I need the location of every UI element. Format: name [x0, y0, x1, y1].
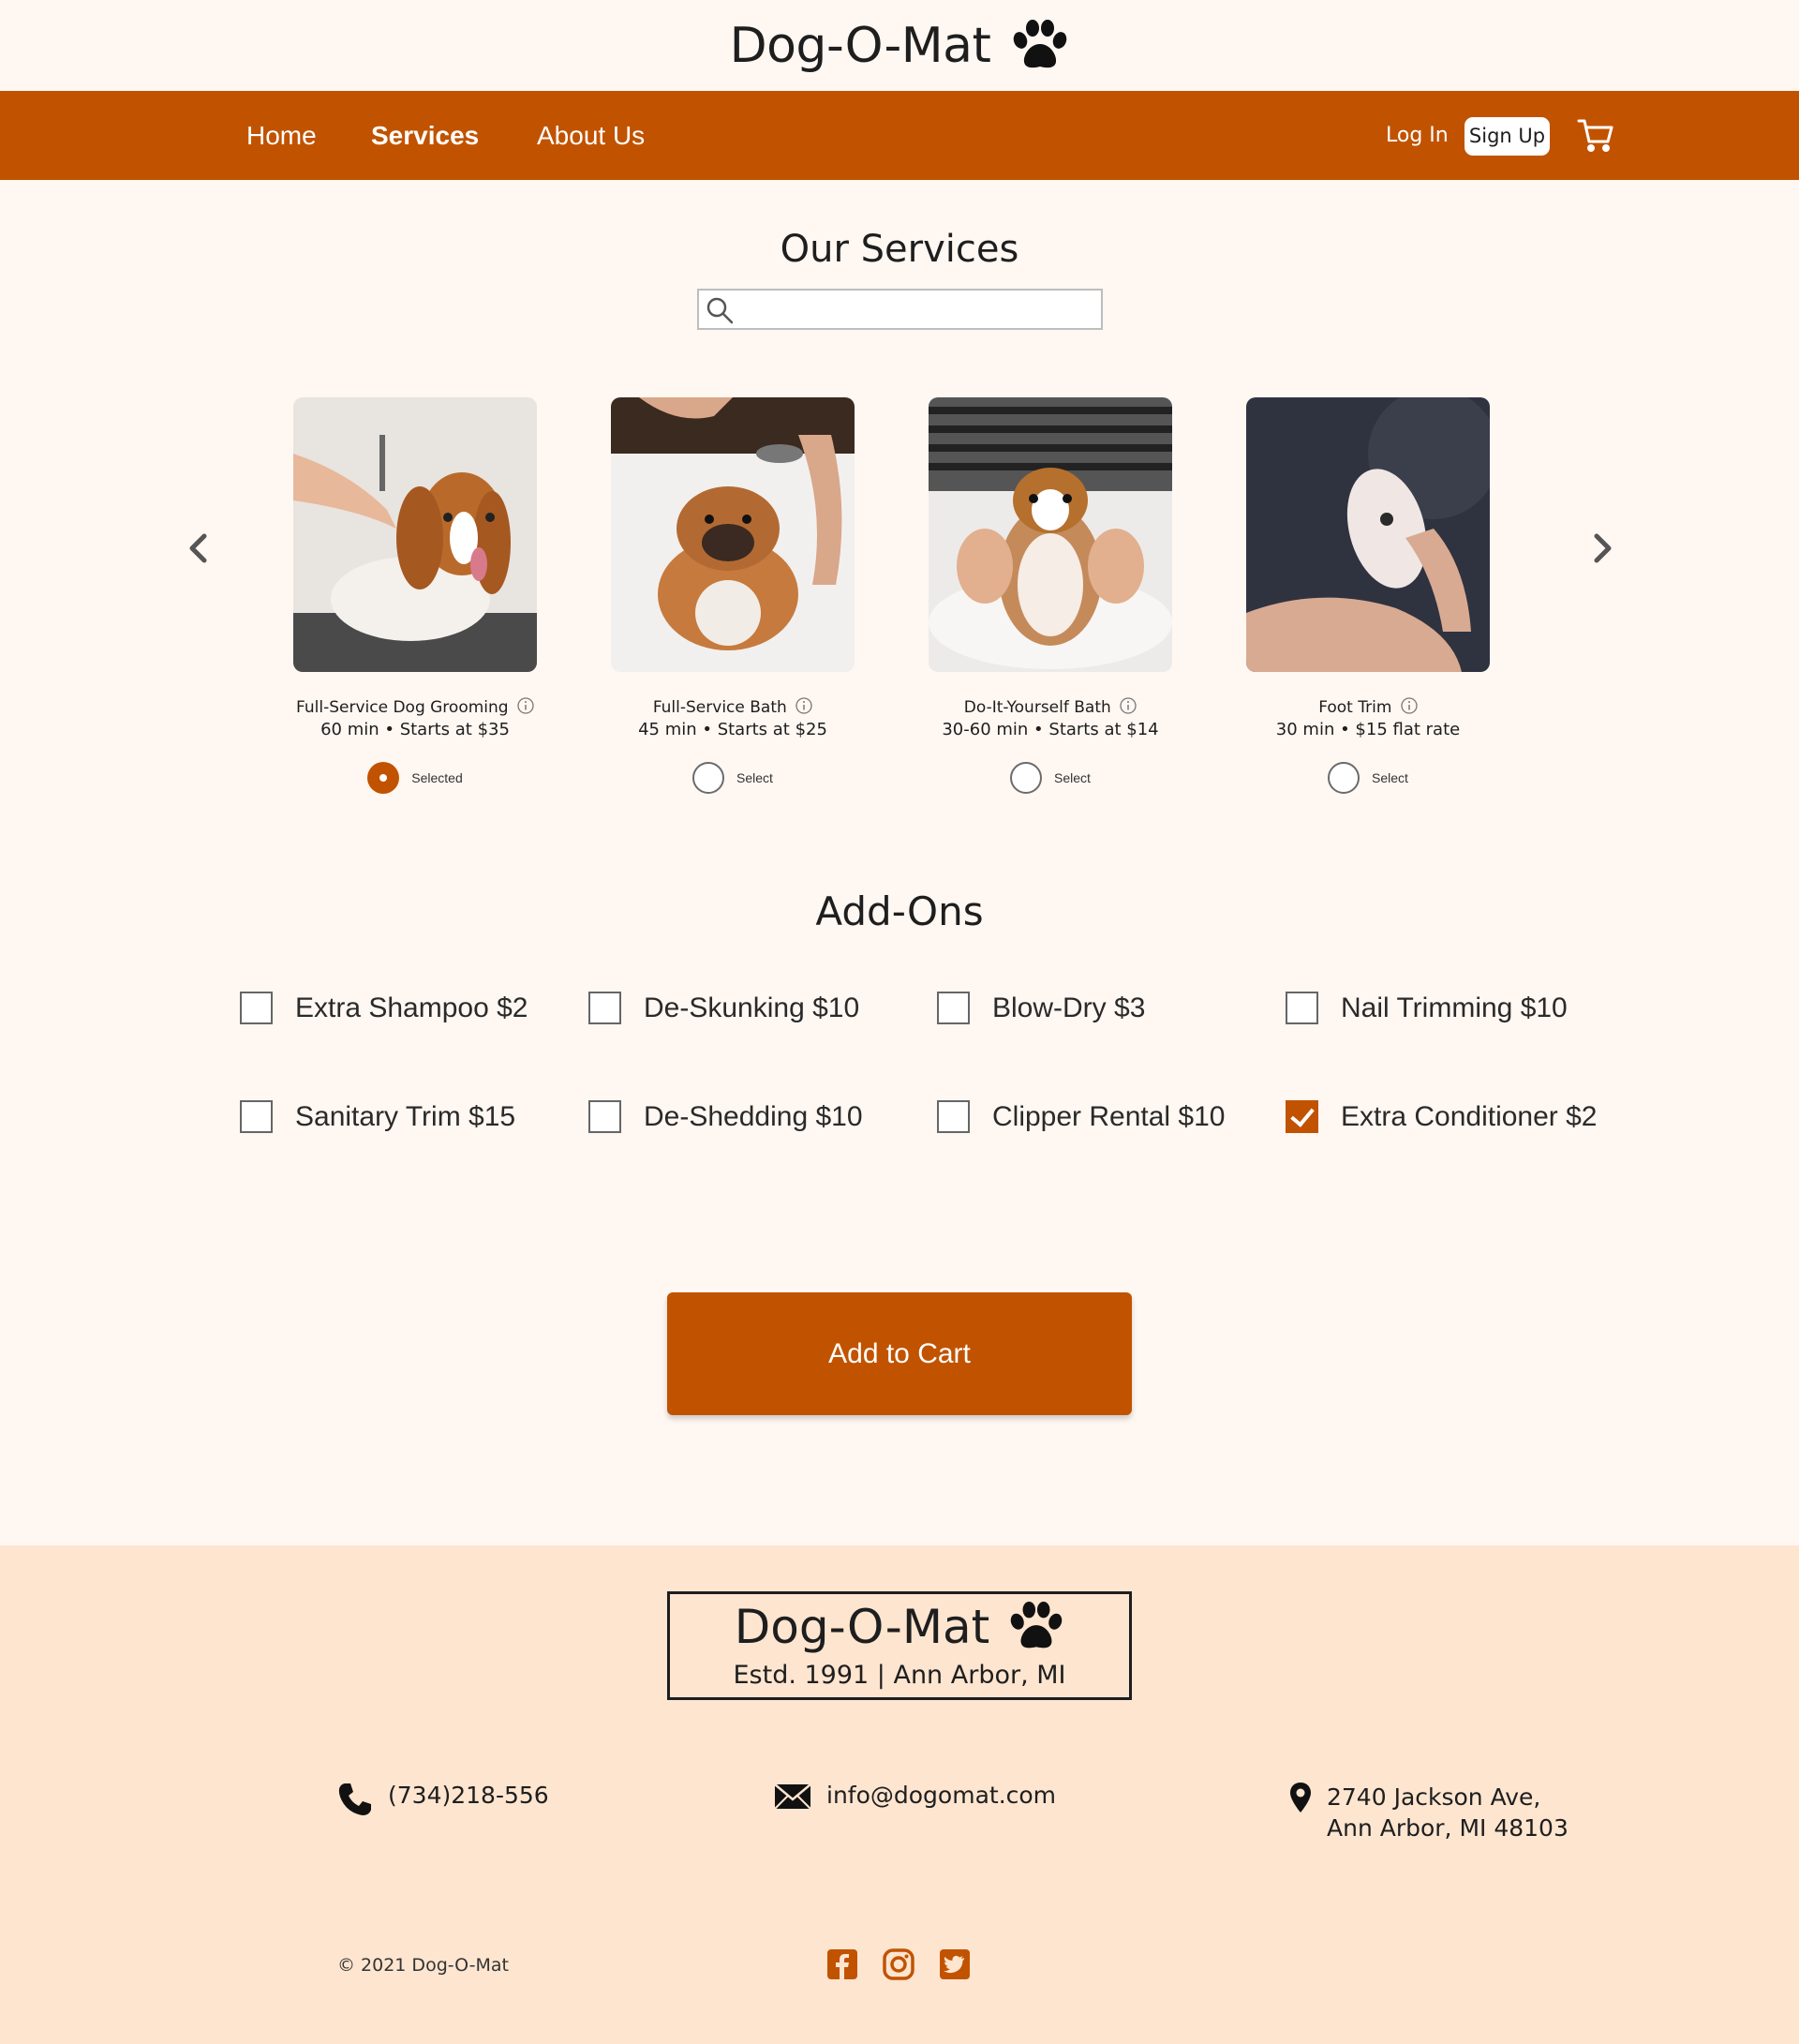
- service-name: Do-It-Yourself Bath: [963, 698, 1111, 717]
- addon-blow-dry[interactable]: Blow-Dry $3: [937, 992, 1145, 1024]
- location-pin-icon: [1289, 1782, 1312, 1819]
- service-select-toggle[interactable]: Select: [1246, 762, 1490, 794]
- addon-label: De-Shedding $10: [644, 1100, 863, 1132]
- brand-name[interactable]: Dog-O-Mat: [730, 18, 991, 74]
- addon-de-shedding[interactable]: De-Shedding $10: [588, 1100, 863, 1133]
- signup-button[interactable]: Sign Up: [1464, 117, 1550, 156]
- service-search[interactable]: [697, 289, 1103, 330]
- service-select-toggle[interactable]: Selected: [293, 762, 537, 794]
- service-meta: 60 min • Starts at $35: [320, 720, 510, 739]
- nav-services[interactable]: Services: [371, 91, 479, 180]
- footer: Dog-O-Mat Estd. 1991 | Ann Arbor, MI (73…: [0, 1545, 1799, 2044]
- services-title: Our Services: [780, 228, 1019, 271]
- service-name: Full-Service Dog Grooming: [296, 698, 509, 717]
- service-image-bath: [611, 397, 855, 672]
- add-to-cart-button[interactable]: Add to Cart: [667, 1292, 1132, 1415]
- addon-label: Clipper Rental $10: [992, 1100, 1226, 1132]
- paw-icon: [1008, 1602, 1064, 1652]
- site-header: Dog-O-Mat: [0, 0, 1799, 91]
- addon-label: De-Skunking $10: [644, 992, 860, 1023]
- addon-extra-conditioner[interactable]: Extra Conditioner $2: [1286, 1100, 1598, 1133]
- carousel-prev-arrow[interactable]: [180, 525, 217, 572]
- service-image-diy-bath: [929, 397, 1172, 672]
- addon-label: Blow-Dry $3: [992, 992, 1146, 1023]
- addon-checkbox[interactable]: [1286, 1100, 1318, 1133]
- info-icon[interactable]: [517, 697, 534, 719]
- service-card: Full-Service Dog Grooming 60 min • Start…: [293, 397, 537, 794]
- contact-phone: (734)218-556: [337, 1782, 549, 1823]
- select-label: Select: [1054, 770, 1091, 785]
- phone-number[interactable]: (734)218-556: [388, 1782, 549, 1809]
- addon-checkbox[interactable]: [240, 1100, 273, 1133]
- addon-clipper-rental[interactable]: Clipper Rental $10: [937, 1100, 1225, 1133]
- select-label: Selected: [411, 770, 463, 785]
- carousel-next-arrow[interactable]: [1583, 525, 1621, 572]
- address-line-2: Ann Arbor, MI 48103: [1327, 1814, 1569, 1842]
- service-card: Full-Service Bath 45 min • Starts at $25…: [611, 397, 855, 794]
- service-card: Do-It-Yourself Bath 30-60 min • Starts a…: [929, 397, 1172, 794]
- info-icon[interactable]: [1120, 697, 1137, 719]
- service-radio[interactable]: [1328, 762, 1360, 794]
- addon-label: Extra Shampoo $2: [295, 992, 528, 1023]
- addon-checkbox[interactable]: [588, 1100, 621, 1133]
- email-address[interactable]: info@dogomat.com: [826, 1782, 1056, 1809]
- instagram-icon[interactable]: [883, 1948, 914, 1980]
- service-select-toggle[interactable]: Select: [929, 762, 1172, 794]
- addon-nail-trimming[interactable]: Nail Trimming $10: [1286, 992, 1568, 1024]
- footer-tagline: Estd. 1991 | Ann Arbor, MI: [733, 1661, 1066, 1690]
- service-radio[interactable]: [1010, 762, 1043, 794]
- nav-home[interactable]: Home: [246, 91, 317, 180]
- service-meta: 30 min • $15 flat rate: [1275, 720, 1461, 739]
- footer-brand-name: Dog-O-Mat: [734, 1600, 990, 1654]
- paw-icon: [1011, 19, 1069, 72]
- copyright: © 2021 Dog-O-Mat: [337, 1955, 509, 1976]
- addon-checkbox[interactable]: [1286, 992, 1318, 1024]
- addon-checkbox[interactable]: [937, 992, 970, 1024]
- nav-bar: Home Services About Us Log In Sign Up: [0, 91, 1799, 180]
- addon-de-skunking[interactable]: De-Skunking $10: [588, 992, 859, 1024]
- phone-icon: [337, 1782, 373, 1823]
- addon-extra-shampoo[interactable]: Extra Shampoo $2: [240, 992, 528, 1024]
- service-select-toggle[interactable]: Select: [611, 762, 855, 794]
- cart-icon[interactable]: [1577, 117, 1614, 155]
- service-radio[interactable]: [367, 762, 400, 794]
- search-input[interactable]: [740, 294, 1096, 324]
- addon-checkbox[interactable]: [588, 992, 621, 1024]
- select-label: Select: [1372, 770, 1408, 785]
- addon-checkbox[interactable]: [240, 992, 273, 1024]
- search-icon: [706, 296, 734, 329]
- service-name: Full-Service Bath: [652, 698, 787, 717]
- addon-label: Extra Conditioner $2: [1341, 1100, 1598, 1132]
- contact-email: info@dogomat.com: [774, 1782, 1056, 1815]
- facebook-icon[interactable]: [826, 1948, 858, 1980]
- addons-title: Add-Ons: [815, 888, 984, 934]
- addon-sanitary-trim[interactable]: Sanitary Trim $15: [240, 1100, 515, 1133]
- service-radio[interactable]: [692, 762, 725, 794]
- info-icon[interactable]: [1401, 697, 1418, 719]
- contact-address: 2740 Jackson Ave, Ann Arbor, MI 48103: [1289, 1782, 1569, 1843]
- select-label: Select: [736, 770, 773, 785]
- service-meta: 45 min • Starts at $25: [638, 720, 827, 739]
- service-meta: 30-60 min • Starts at $14: [942, 720, 1159, 739]
- twitter-icon[interactable]: [939, 1948, 971, 1980]
- addon-checkbox[interactable]: [937, 1100, 970, 1133]
- mail-icon: [774, 1782, 811, 1815]
- login-link[interactable]: Log In: [1386, 91, 1449, 180]
- service-image-foot-trim: [1246, 397, 1490, 672]
- service-name: Foot Trim: [1318, 698, 1392, 717]
- service-card: Foot Trim 30 min • $15 flat rate Select: [1246, 397, 1490, 794]
- address-line-1: 2740 Jackson Ave,: [1327, 1783, 1541, 1811]
- footer-logo: Dog-O-Mat Estd. 1991 | Ann Arbor, MI: [667, 1591, 1132, 1700]
- info-icon[interactable]: [795, 697, 812, 719]
- nav-about-us[interactable]: About Us: [537, 91, 645, 180]
- addon-label: Nail Trimming $10: [1341, 992, 1568, 1023]
- service-image-grooming: [293, 397, 537, 672]
- addon-label: Sanitary Trim $15: [295, 1100, 516, 1132]
